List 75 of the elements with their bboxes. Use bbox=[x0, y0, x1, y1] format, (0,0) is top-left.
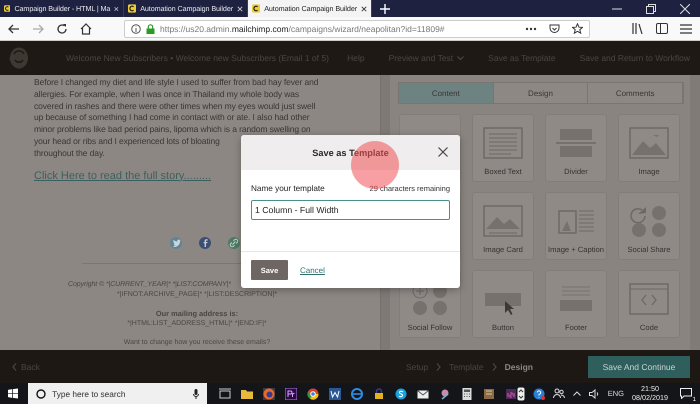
back-icon[interactable] bbox=[8, 22, 20, 34]
read-more-link[interactable]: Click Here to read the full story......... bbox=[34, 170, 212, 182]
link-icon[interactable] bbox=[228, 236, 240, 249]
book-app-icon[interactable] bbox=[482, 388, 495, 400]
info-icon bbox=[131, 24, 141, 34]
code-icon bbox=[629, 282, 669, 314]
monkey-logo-icon bbox=[8, 46, 30, 70]
home-icon[interactable] bbox=[80, 22, 92, 34]
chevron-right-icon bbox=[492, 362, 497, 370]
reload-icon[interactable] bbox=[56, 22, 68, 34]
chrome-icon[interactable] bbox=[306, 388, 319, 400]
close-icon[interactable] bbox=[361, 4, 367, 12]
caret-up-icon[interactable] bbox=[572, 391, 581, 396]
task-view-icon[interactable] bbox=[218, 388, 231, 400]
paragraph-line: your head or ribs and I experienced lots of bloating bbox=[34, 136, 220, 148]
numbers-app-icon[interactable] bbox=[504, 388, 517, 400]
lock-app-icon[interactable] bbox=[372, 388, 385, 400]
search-field[interactable]: Type here to search bbox=[52, 388, 187, 398]
panel-tab[interactable]: Design bbox=[494, 83, 588, 103]
paragraph-line: allergies. For example, when I was once in Thailand my whole body was bbox=[34, 88, 300, 101]
envelope-icon[interactable] bbox=[416, 388, 429, 400]
library-icon[interactable] bbox=[632, 23, 644, 34]
twitter-icon[interactable] bbox=[170, 236, 182, 249]
paragraph-line: throughout the day. bbox=[34, 148, 105, 160]
folder-icon[interactable] bbox=[240, 388, 253, 400]
save-continue-button[interactable]: Save And Continue bbox=[588, 356, 690, 378]
dialog-title: Save as Template bbox=[312, 148, 389, 158]
step-link[interactable]: Design bbox=[504, 362, 533, 372]
logo-icon bbox=[252, 3, 260, 14]
logo-icon bbox=[4, 3, 10, 14]
paragraph-line: up because of something I had come in contact with or ate. I also had other bbox=[34, 112, 310, 124]
windows-start-icon[interactable] bbox=[8, 388, 18, 399]
social-share-icon bbox=[629, 204, 669, 236]
pr-app-icon[interactable] bbox=[284, 388, 297, 400]
paragraph-line: covered in rashes and there were other times when my eyes would just swell bbox=[34, 100, 316, 112]
search-bar[interactable]: Type here to search bbox=[28, 383, 207, 404]
paragraph-line: minor problems like bad period pains, lipoma which is a random swelling on bbox=[34, 124, 311, 136]
s-chat-icon[interactable] bbox=[394, 388, 407, 400]
close-icon[interactable] bbox=[438, 147, 448, 157]
restore-icon[interactable] bbox=[646, 4, 656, 14]
paragraph-line: Before I changed my diet and life style I used to suffer from bad hay fever and bbox=[34, 77, 318, 89]
menu-icon[interactable] bbox=[680, 24, 692, 34]
new-tab-icon[interactable] bbox=[380, 4, 390, 14]
cancel-link[interactable]: Cancel bbox=[300, 266, 325, 274]
panel-tab[interactable]: Comments bbox=[588, 83, 684, 103]
calculator-icon[interactable] bbox=[460, 388, 473, 400]
search-ring-icon bbox=[36, 388, 46, 398]
e-browser-icon[interactable] bbox=[350, 388, 363, 400]
boxed-text-icon bbox=[483, 126, 523, 158]
chat-bubble-icon bbox=[680, 388, 692, 399]
star-icon[interactable] bbox=[572, 23, 583, 34]
facebook-icon[interactable] bbox=[198, 236, 210, 249]
caret-icon bbox=[457, 56, 464, 60]
scrollbar[interactable] bbox=[690, 75, 700, 350]
logo-icon bbox=[128, 3, 136, 14]
field-label: Name your template bbox=[251, 184, 325, 193]
people-icon[interactable] bbox=[552, 388, 565, 399]
address-field[interactable]: https://us20.admin.mailchimp.com/campaigns/wizard/neapolitan?id=11809# bbox=[124, 20, 590, 38]
divider-icon bbox=[556, 126, 596, 158]
more-icon[interactable] bbox=[525, 26, 537, 30]
chevron-up-icon[interactable] bbox=[516, 386, 525, 400]
image-card-icon bbox=[483, 204, 523, 236]
document-w-icon[interactable] bbox=[328, 388, 341, 400]
panel-tab[interactable]: Content bbox=[399, 83, 494, 103]
chevron-right-icon bbox=[436, 362, 442, 370]
chevron-left-icon bbox=[12, 362, 17, 370]
lock-icon bbox=[146, 24, 155, 34]
pocket-icon[interactable] bbox=[549, 24, 560, 34]
speaker-icon[interactable] bbox=[588, 388, 600, 398]
microphone-icon bbox=[192, 388, 199, 398]
template-name-field[interactable]: 1 Column - Full Width bbox=[251, 200, 450, 220]
url-text: https://us20.admin.mailchimp.com/campaigns/wizard/neapolitan?id=11809# bbox=[160, 24, 445, 34]
sidebar-icon[interactable] bbox=[656, 23, 668, 34]
help-app-icon[interactable] bbox=[532, 388, 545, 400]
image-icon bbox=[629, 126, 669, 158]
